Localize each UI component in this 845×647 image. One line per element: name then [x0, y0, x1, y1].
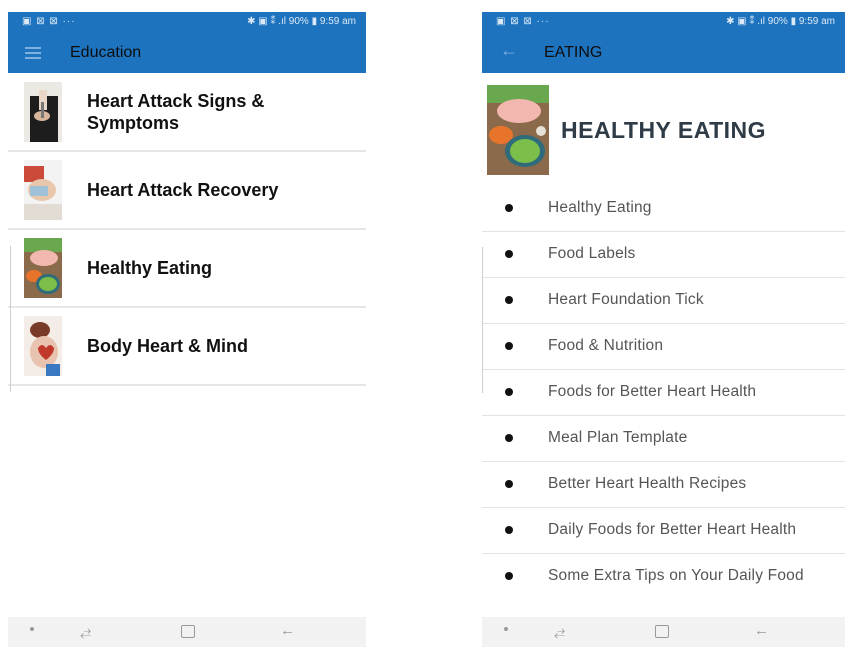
- back-arrow-icon[interactable]: ←: [500, 40, 518, 61]
- app-bar-title: Education: [70, 44, 142, 61]
- page-title: HEALTHY EATING: [561, 117, 767, 143]
- recents-button[interactable]: ⥄: [554, 623, 565, 640]
- bullet-icon: [505, 342, 513, 350]
- chest-pain-thumbnail: [24, 82, 62, 142]
- status-right: ✱ ▣ ⁑ .ıl 90% ▮ 9:59 am: [726, 16, 835, 27]
- scroll-edge: [478, 247, 483, 393]
- list-item-label: Daily Foods for Better Heart Health: [548, 521, 797, 538]
- bullet-icon: [505, 388, 513, 396]
- list-item-label: Food Labels: [548, 245, 636, 262]
- nav-dot-icon: [30, 627, 34, 631]
- list-item-label: Heart Attack Signs & Symptoms: [87, 91, 265, 133]
- list-item-heart-attack-signs[interactable]: Heart Attack Signs & Symptoms: [8, 74, 366, 152]
- education-screen: ▣ ⊠ ⊠ ··· ✱ ▣ ⁑ .ıl 90% ▮ 9:59 am Educat…: [8, 12, 366, 647]
- eating-screen: ▣ ⊠ ⊠ ··· ✱ ▣ ⁑ .ıl 90% ▮ 9:59 am ← EATI…: [482, 12, 845, 647]
- bullet-icon: [505, 572, 513, 580]
- status-right: ✱ ▣ ⁑ .ıl 90% ▮ 9:59 am: [247, 16, 356, 27]
- list-item[interactable]: Food Labels: [482, 232, 845, 278]
- bullet-icon: [505, 296, 513, 304]
- eating-topics-list: Healthy Eating Food Labels Heart Foundat…: [482, 186, 845, 599]
- list-item[interactable]: Food & Nutrition: [482, 324, 845, 370]
- list-item-label: Food & Nutrition: [548, 337, 664, 354]
- bullet-icon: [505, 434, 513, 442]
- list-item-heart-attack-recovery[interactable]: Heart Attack Recovery: [8, 152, 366, 230]
- notification-icons: ▣ ⊠ ⊠ ···: [496, 16, 550, 27]
- bullet-icon: [505, 250, 513, 258]
- bullet-icon: [505, 526, 513, 534]
- list-item-healthy-eating[interactable]: Healthy Eating: [8, 230, 366, 308]
- list-item[interactable]: Better Heart Health Recipes: [482, 462, 845, 508]
- hands-heart-thumbnail: [24, 316, 62, 376]
- status-bar: ▣ ⊠ ⊠ ··· ✱ ▣ ⁑ .ıl 90% ▮ 9:59 am: [482, 12, 845, 34]
- list-item[interactable]: Some Extra Tips on Your Daily Food: [482, 554, 845, 599]
- list-item[interactable]: Heart Foundation Tick: [482, 278, 845, 324]
- status-bar: ▣ ⊠ ⊠ ··· ✱ ▣ ⁑ .ıl 90% ▮ 9:59 am: [8, 12, 366, 34]
- list-item[interactable]: Healthy Eating: [482, 186, 845, 232]
- bullet-icon: [505, 204, 513, 212]
- back-button[interactable]: ←: [754, 622, 769, 639]
- list-item-label: Heart Attack Recovery: [87, 180, 279, 200]
- medication-thumbnail: [24, 160, 62, 220]
- list-item-label: Some Extra Tips on Your Daily Food: [548, 567, 804, 584]
- healthy-food-thumbnail: [24, 238, 62, 298]
- bullet-icon: [505, 480, 513, 488]
- list-item[interactable]: Foods for Better Heart Health: [482, 370, 845, 416]
- list-item-label: Meal Plan Template: [548, 429, 688, 446]
- back-button[interactable]: ←: [280, 622, 295, 639]
- list-item-label: Heart Foundation Tick: [548, 291, 704, 308]
- healthy-food-image: [487, 85, 549, 175]
- scroll-edge: [10, 246, 15, 392]
- list-item[interactable]: Daily Foods for Better Heart Health: [482, 508, 845, 554]
- list-item-label: Healthy Eating: [87, 258, 213, 278]
- list-item-body-heart-mind[interactable]: Body Heart & Mind: [8, 308, 366, 386]
- list-item-label: Foods for Better Heart Health: [548, 383, 757, 400]
- app-bar-title: EATING: [544, 44, 603, 61]
- nav-dot-icon: [504, 627, 508, 631]
- notification-icons: ▣ ⊠ ⊠ ···: [22, 16, 76, 27]
- app-bar: Education: [8, 34, 366, 73]
- system-nav-bar: ⥄ ←: [8, 617, 366, 647]
- list-item-label: Better Heart Health Recipes: [548, 475, 747, 492]
- home-button[interactable]: [655, 625, 669, 638]
- list-item-label: Healthy Eating: [548, 199, 652, 216]
- education-list: Heart Attack Signs & Symptoms Heart Atta…: [8, 74, 366, 386]
- system-nav-bar: ⥄ ←: [482, 617, 845, 647]
- recents-button[interactable]: ⥄: [80, 623, 91, 640]
- app-bar: ← EATING: [482, 34, 845, 73]
- home-button[interactable]: [181, 625, 195, 638]
- list-item[interactable]: Meal Plan Template: [482, 416, 845, 462]
- list-item-label: Body Heart & Mind: [87, 336, 249, 356]
- menu-icon[interactable]: [25, 47, 41, 59]
